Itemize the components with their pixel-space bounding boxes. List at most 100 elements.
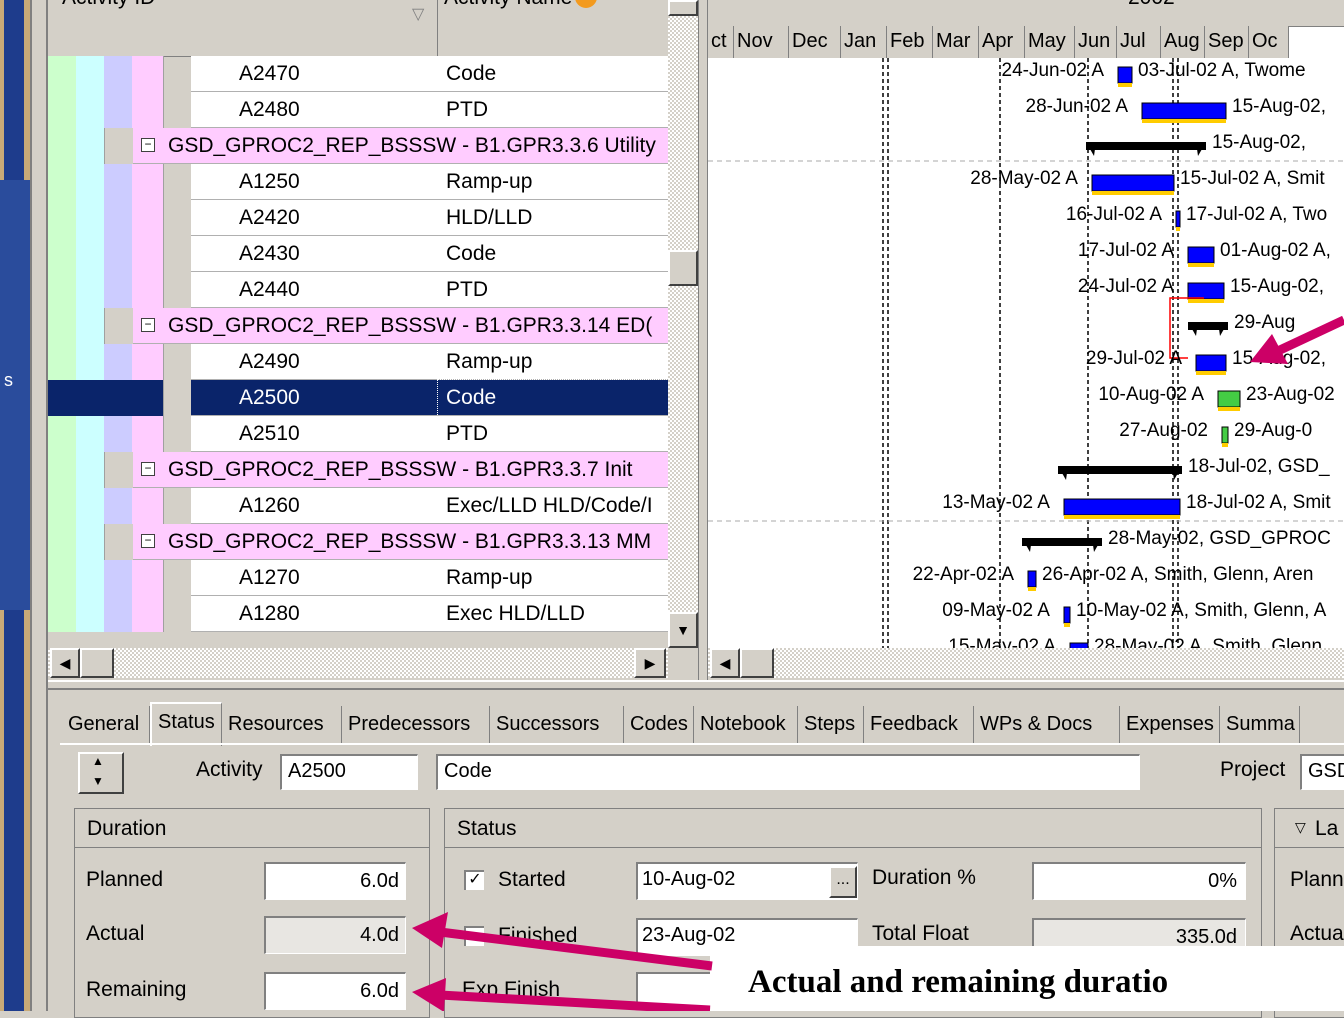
tab-predecessors[interactable]: Predecessors [342,706,490,744]
cell-activity-name[interactable]: PTD [438,416,668,452]
group-row[interactable]: − GSD_GPROC2_REP_BSSSW - B1.GPR3.3.6 Util… [48,128,668,164]
group-row[interactable]: − GSD_GPROC2_REP_BSSSW - B1.GPR3.3.14 ED( [48,308,668,344]
tab-general[interactable]: General [62,706,150,744]
tab-codes[interactable]: Codes [624,706,694,744]
cell-activity-id[interactable]: A1270 [191,560,439,596]
grid-vscrollbar[interactable] [668,0,698,648]
tab-summa[interactable]: Summa [1220,706,1300,744]
table-row[interactable]: A2480 PTD [48,92,668,128]
cell-activity-name[interactable]: HLD/LLD [438,200,668,236]
collapse-icon[interactable]: − [141,462,155,476]
grid-header-name[interactable]: Activity Name [438,0,668,56]
gantt-start-label: 09-May-02 A [942,600,1050,621]
gantt-hscroll-thumb[interactable] [740,648,774,678]
cell-activity-name[interactable]: Code [438,56,668,92]
collapse-icon[interactable]: − [141,138,155,152]
cell-activity-id[interactable]: A2470 [191,56,439,92]
grid-hscroll-left-button[interactable]: ◀ [50,648,80,678]
table-row[interactable]: A2420 HLD/LLD [48,200,668,236]
table-row[interactable]: A2440 PTD [48,272,668,308]
grid-hscroll-right-button[interactable]: ▶ [634,648,666,678]
cell-activity-id[interactable]: A1250 [191,164,439,200]
grid-vscroll-down-button[interactable]: ▼ [668,612,698,648]
remaining-duration-field[interactable]: 6.0d [264,972,406,1010]
collapse-icon[interactable]: − [141,318,155,332]
table-row[interactable]: A1270 Ramp-up [48,560,668,596]
started-checkbox[interactable]: ✓ [464,870,484,890]
duration-pct-field[interactable]: 0% [1032,862,1246,900]
grid-header-id[interactable]: Activity ID ▽ [50,0,438,56]
table-row[interactable]: A2430 Code [48,236,668,272]
labor-group-header[interactable]: ▽ La [1275,809,1344,848]
wbs-level-band [76,308,105,344]
cell-activity-id[interactable]: A2490 [191,344,439,380]
planned-duration-field[interactable]: 6.0d [264,862,406,900]
started-date-browse-button[interactable]: ... [829,866,857,898]
tab-expenses[interactable]: Expenses [1120,706,1220,744]
table-row[interactable]: A1260 Exec/LLD HLD/Code/I [48,488,668,524]
window-edge [30,0,48,1011]
cell-activity-id[interactable]: A2420 [191,200,439,236]
table-row[interactable]: A2470 Code [48,56,668,92]
task-baseline-bar [1218,407,1240,411]
started-date-field[interactable]: 10-Aug-02 ... [636,862,858,900]
cell-activity-name[interactable]: Exec/LLD HLD/Code/I [438,488,668,524]
cell-activity-id[interactable]: A2500 [191,380,439,416]
cell-activity-name[interactable]: Code [438,236,668,272]
table-row[interactable]: A2490 Ramp-up [48,344,668,380]
cell-activity-id[interactable]: A1280 [191,596,439,632]
duration-pct-label: Duration % [872,866,976,889]
gantt-start-label: 17-Jul-02 A [1077,240,1174,261]
collapse-chevron-icon[interactable]: ▽ [1295,819,1306,836]
wbs-level-band [48,344,77,380]
group-row[interactable]: − GSD_GPROC2_REP_BSSSW - B1.GPR3.3.13 MM [48,524,668,560]
group-row[interactable]: − GSD_GPROC2_REP_BSSSW - B1.GPR3.3.7 Init [48,452,668,488]
activity-id-field[interactable]: A2500 [280,754,418,790]
collapse-icon[interactable]: − [141,534,155,548]
cell-activity-name[interactable]: Ramp-up [438,164,668,200]
tab-successors[interactable]: Successors [490,706,624,744]
cell-activity-name[interactable]: Exec HLD/LLD [438,596,668,632]
cell-activity-name[interactable]: Code [437,379,669,417]
finished-checkbox[interactable] [464,926,484,946]
wbs-level-band [48,272,77,308]
gantt-hscrollbar[interactable] [708,648,1344,678]
table-row[interactable]: A1280 Exec HLD/LLD [48,596,668,632]
tab-steps[interactable]: Steps [798,706,864,744]
group-header[interactable]: − GSD_GPROC2_REP_BSSSW - B1.GPR3.3.6 Util… [133,128,668,164]
grid-hscrollbar[interactable] [48,648,668,678]
task-baseline-bar [1188,263,1214,267]
cell-activity-id[interactable]: A1260 [191,488,439,524]
cell-activity-id[interactable]: A2510 [191,416,439,452]
group-header[interactable]: − GSD_GPROC2_REP_BSSSW - B1.GPR3.3.7 Init [133,452,668,488]
cell-activity-name[interactable]: Ramp-up [438,560,668,596]
cell-activity-name[interactable]: PTD [438,272,668,308]
group-header[interactable]: − GSD_GPROC2_REP_BSSSW - B1.GPR3.3.13 MM [133,524,668,560]
nav-up-icon[interactable]: ▲ [92,754,104,768]
pane-splitter[interactable] [698,0,708,680]
tab-resources[interactable]: Resources [222,706,342,744]
table-row[interactable]: A2500 Code [48,379,669,417]
grid-hscroll-thumb[interactable] [80,648,114,678]
gantt-hscroll-left-button[interactable]: ◀ [710,648,740,678]
group-header[interactable]: − GSD_GPROC2_REP_BSSSW - B1.GPR3.3.14 ED( [133,308,668,344]
cell-activity-name[interactable]: PTD [438,92,668,128]
grid-vscroll-top-button[interactable] [668,0,698,16]
table-row[interactable]: A2510 PTD [48,416,668,452]
tab-wps-docs[interactable]: WPs & Docs [974,706,1120,744]
task-bar [1217,390,1241,408]
cell-activity-id[interactable]: A2480 [191,92,439,128]
cell-activity-name[interactable]: Ramp-up [438,344,668,380]
table-row[interactable]: A1250 Ramp-up [48,164,668,200]
tab-feedback[interactable]: Feedback [864,706,974,744]
tab-status[interactable]: Status [150,702,222,746]
nav-down-icon[interactable]: ▼ [92,774,104,788]
record-nav-spinner[interactable]: ▲ ▼ [78,752,124,794]
tab-notebook[interactable]: Notebook [694,706,798,744]
grid-vscroll-thumb[interactable] [668,250,698,286]
activity-name-field[interactable]: Code [436,754,1140,790]
details-pane-divider[interactable] [48,680,1344,690]
cell-activity-id[interactable]: A2430 [191,236,439,272]
cell-activity-id[interactable]: A2440 [191,272,439,308]
project-field[interactable]: GSD [1300,754,1344,790]
